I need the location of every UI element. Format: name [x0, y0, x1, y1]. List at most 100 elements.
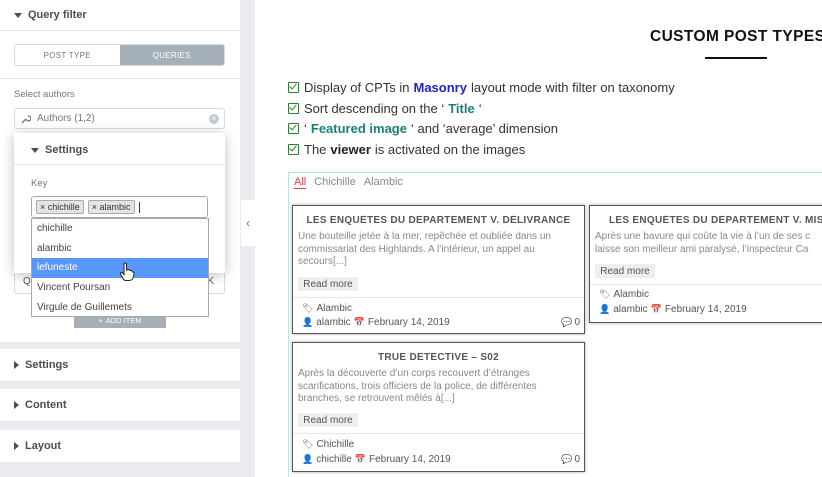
query-tabs: POST TYPE QUERIES: [14, 44, 225, 66]
caret-down-icon: [14, 12, 22, 18]
read-more-button[interactable]: Read more: [298, 277, 358, 291]
settings-section-header: Settings: [14, 359, 68, 371]
tab-post-type[interactable]: POST TYPE: [15, 45, 120, 65]
filter-alambic[interactable]: Alambic: [364, 176, 403, 189]
divider: [293, 297, 584, 298]
card-title[interactable]: LES ENQUÊTES DU DÉPARTEMENT V. MISÉ: [609, 215, 822, 226]
query-filter-label: Query filter: [28, 9, 87, 21]
tag-chichille[interactable]: × chichille: [36, 200, 84, 214]
feature-text: The: [304, 141, 327, 157]
tag-icon: 🏷: [599, 289, 611, 299]
content-section-header: Content: [14, 399, 67, 411]
taxonomy-label: Alambic: [613, 289, 650, 300]
text-cursor: [138, 201, 140, 213]
key-tags-input[interactable]: × chichille × alambic: [31, 196, 208, 218]
tag-alambic[interactable]: × alambic: [87, 200, 135, 214]
settings-section[interactable]: Settings: [0, 349, 240, 381]
card-comments[interactable]: 💬 0: [561, 317, 580, 328]
taxonomy-label: Alambic: [316, 303, 353, 314]
calendar-icon: 📅: [354, 454, 367, 464]
option-alambic[interactable]: alambic: [32, 239, 208, 259]
card-title[interactable]: LES ENQUÊTES DU DÉPARTEMENT V. DÉLIVRANC…: [293, 215, 584, 226]
feature-text: layout mode with filter on taxonomy: [470, 79, 675, 95]
divider: [590, 284, 822, 285]
user-icon: 👤: [302, 454, 314, 464]
comments-count: 0: [574, 317, 580, 328]
caret-right-icon: [14, 442, 19, 450]
popover-settings-toggle[interactable]: Settings: [31, 144, 88, 156]
card-meta: 👤 chichille 📅 February 14, 2019: [302, 454, 451, 465]
feature-text: is activated on the images: [374, 141, 526, 157]
author-label[interactable]: alambic: [613, 304, 647, 315]
comments-icon: 💬: [561, 317, 573, 327]
user-icon: 👤: [599, 304, 611, 314]
feature-item: The viewer is activated on the images: [288, 139, 675, 160]
layout-section-header: Layout: [14, 440, 61, 452]
author-label[interactable]: alambic: [316, 317, 350, 328]
feature-text: Display of CPTs in: [304, 79, 410, 95]
taxonomy-filters: All Chichille Alambic: [294, 176, 403, 189]
feature-item: ‘Featured image ‘ and ‘average’ dimension: [288, 118, 675, 139]
collapse-panel-button[interactable]: ‹: [241, 200, 255, 246]
clear-icon[interactable]: ×: [209, 114, 219, 124]
card-excerpt: Une bouteille jetée à la mer, repêchée e…: [298, 231, 551, 267]
repeater-row-label: Q: [23, 276, 31, 287]
card-meta: 👤 alambic 📅 February 14, 2019: [599, 304, 747, 315]
option-virgule-de-guillemets[interactable]: Virgule de Guillemets: [32, 297, 208, 317]
calendar-icon: 📅: [650, 304, 662, 314]
popover-settings-label: Settings: [45, 144, 89, 156]
tag-label: alambic: [99, 202, 131, 212]
checkbox-icon: [288, 143, 299, 155]
card-comments[interactable]: 💬 0: [561, 454, 580, 465]
filter-chichille[interactable]: Chichille: [314, 176, 356, 189]
title-underline: [705, 57, 767, 59]
date-label: February 14, 2019: [664, 304, 747, 315]
divider: [0, 78, 240, 79]
read-more-button[interactable]: Read more: [298, 413, 358, 427]
card-title[interactable]: TRUE DETECTIVE – S02: [293, 352, 584, 363]
authors-select[interactable]: Authors (1,2) ×: [14, 108, 225, 129]
card-taxonomy[interactable]: 🏷 Alambic: [599, 289, 649, 300]
author-label[interactable]: chichille: [316, 454, 352, 465]
date-label: February 14, 2019: [367, 317, 450, 328]
checkbox-icon: [288, 102, 299, 114]
wrench-icon: [21, 114, 31, 123]
feature-emphasis: Masonry: [413, 79, 467, 95]
page-title: CUSTOM POST TYPES: [650, 28, 822, 45]
content-section[interactable]: Content: [0, 389, 240, 421]
checkbox-icon: [288, 123, 299, 135]
feature-list: Display of CPTs in Masonry layout mode w…: [288, 77, 675, 160]
feature-item: Display of CPTs in Masonry layout mode w…: [288, 77, 675, 98]
user-icon: 👤: [302, 317, 314, 327]
query-filter-toggle[interactable]: Query filter: [14, 9, 87, 21]
read-more-button[interactable]: Read more: [595, 264, 655, 278]
chevron-left-icon: ‹: [246, 216, 250, 230]
post-card[interactable]: LES ENQUÊTES DU DÉPARTEMENT V. DÉLIVRANC…: [292, 205, 585, 334]
post-card[interactable]: TRUE DETECTIVE – S02 Après la découverte…: [292, 342, 585, 472]
filter-all[interactable]: All: [294, 176, 307, 189]
editor-panel: Query filter POST TYPE QUERIES Select au…: [0, 0, 242, 477]
divider: [293, 433, 584, 434]
key-label: Key: [31, 178, 48, 189]
caret-down-icon: [31, 147, 39, 153]
tag-icon: 🏷: [302, 439, 314, 449]
card-excerpt: Après la découverte d’un corps recouvert…: [298, 368, 537, 404]
caret-right-icon: [14, 401, 19, 409]
feature-text: ‘ and ‘average’ dimension: [410, 121, 558, 137]
checkbox-icon: [288, 81, 299, 93]
feature-emphasis: Featured image: [310, 121, 407, 137]
tab-queries[interactable]: QUERIES: [119, 45, 224, 65]
tag-label: chichille: [47, 202, 80, 212]
layout-section-label: Layout: [25, 440, 62, 452]
tag-icon: 🏷: [302, 303, 314, 313]
option-chichille[interactable]: chichille: [32, 219, 208, 239]
card-taxonomy[interactable]: 🏷 Alambic: [302, 303, 352, 314]
card-meta: 👤 alambic 📅 February 14, 2019: [302, 317, 450, 328]
feature-text: ‘: [478, 100, 482, 116]
post-card[interactable]: LES ENQUÊTES DU DÉPARTEMENT V. MISÉ Aprè…: [589, 205, 822, 323]
hand-cursor-icon: [119, 262, 135, 281]
feature-emphasis: viewer: [330, 141, 371, 157]
card-taxonomy[interactable]: 🏷 Chichille: [302, 439, 354, 450]
layout-section[interactable]: Layout: [0, 430, 240, 462]
feature-text: ‘: [304, 121, 307, 137]
